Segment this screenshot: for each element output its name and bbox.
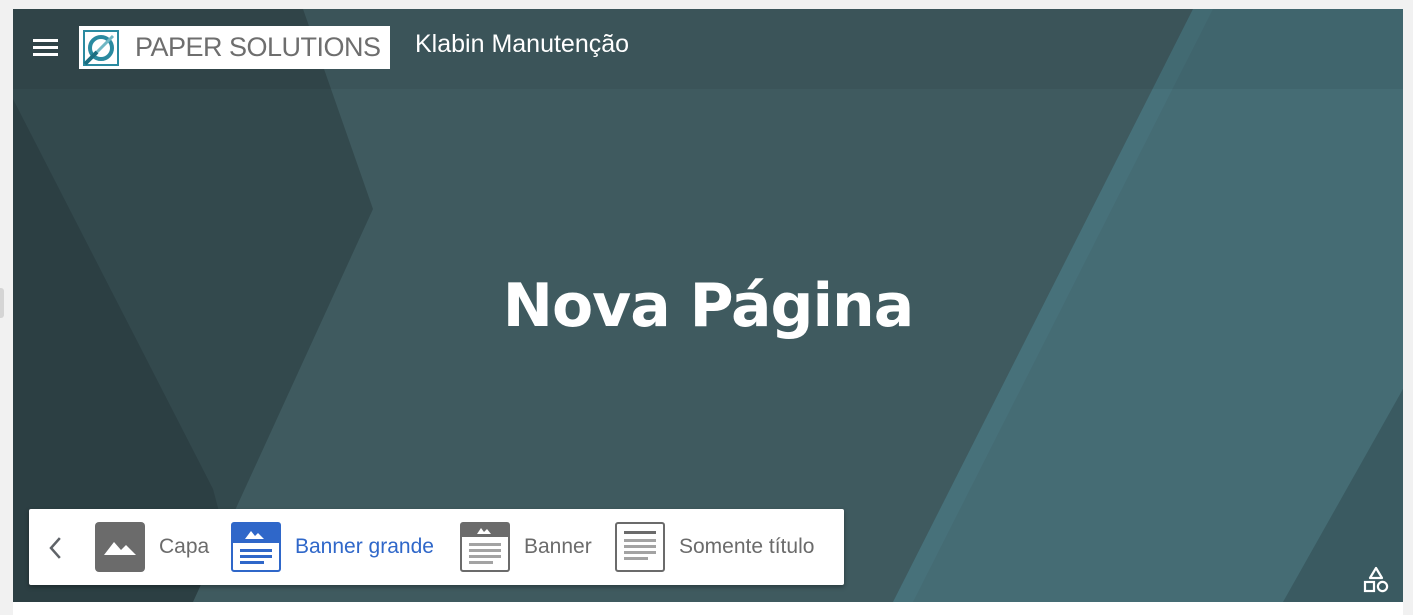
layout-option-capa[interactable]: Capa bbox=[95, 522, 209, 572]
title-only-icon bbox=[615, 522, 665, 572]
layout-option-banner[interactable]: Banner bbox=[460, 522, 592, 572]
layout-option-banner-grande[interactable]: Banner grande bbox=[231, 522, 434, 572]
layout-option-label: Banner bbox=[524, 535, 592, 558]
header-banner: PAPER SOLUTIONS Klabin Manutenção Nova P… bbox=[13, 9, 1403, 602]
page-frame: PAPER SOLUTIONS Klabin Manutenção Nova P… bbox=[0, 0, 1413, 615]
site-title[interactable]: Klabin Manutenção bbox=[415, 30, 629, 59]
layout-picker: Capa Banner grande Banner Somente título bbox=[29, 509, 844, 585]
site-logo[interactable]: PAPER SOLUTIONS bbox=[79, 26, 390, 69]
content-area-top bbox=[13, 602, 1403, 615]
layout-option-label: Banner grande bbox=[295, 535, 434, 558]
image-icon bbox=[95, 522, 145, 572]
page-title[interactable]: Nova Página bbox=[13, 271, 1403, 341]
layout-option-label: Capa bbox=[159, 535, 210, 558]
side-handle bbox=[0, 288, 4, 318]
layout-option-somente-titulo[interactable]: Somente título bbox=[615, 522, 814, 572]
banner-icon bbox=[460, 522, 510, 572]
logo-text: PAPER SOLUTIONS bbox=[135, 32, 381, 62]
paper-solutions-logo-icon bbox=[83, 29, 119, 66]
layout-option-label: Somente título bbox=[679, 535, 815, 558]
shapes-icon[interactable] bbox=[1361, 565, 1391, 595]
large-banner-icon bbox=[231, 522, 281, 572]
menu-button[interactable] bbox=[31, 33, 61, 61]
chevron-left-icon[interactable] bbox=[41, 533, 71, 563]
